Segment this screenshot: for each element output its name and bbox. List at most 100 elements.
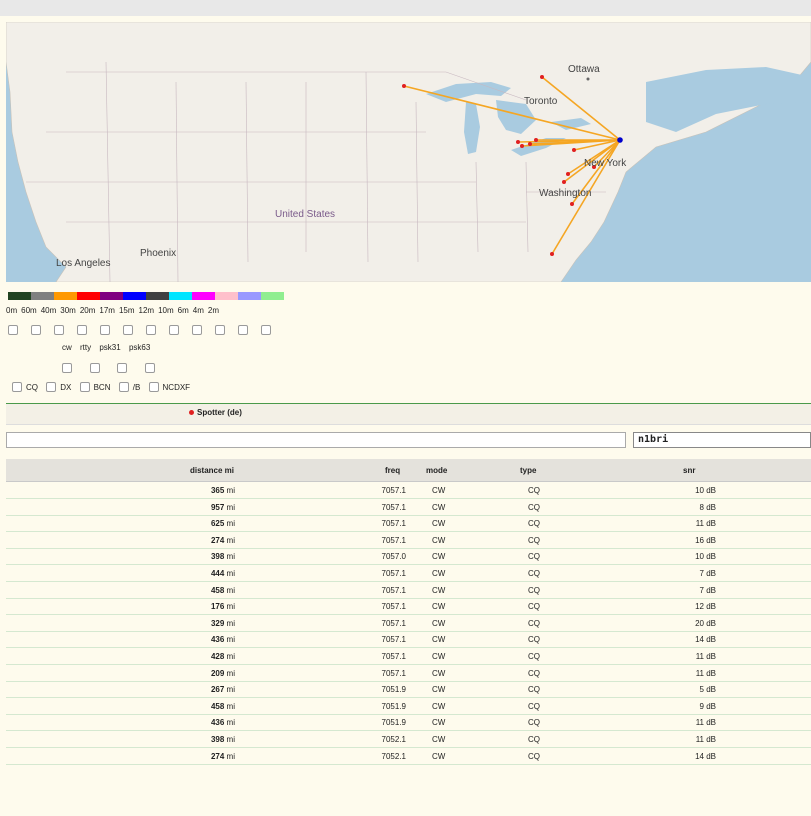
band-checkbox[interactable] bbox=[169, 324, 179, 335]
cell-snr: 16 dB bbox=[695, 535, 716, 545]
cell-snr: 11 dB bbox=[695, 652, 716, 661]
band-checkbox[interactable] bbox=[31, 324, 41, 335]
distance-value: 365 bbox=[210, 486, 225, 495]
band-checkbox[interactable] bbox=[8, 324, 18, 335]
mode-label-psk31: psk31 bbox=[99, 343, 121, 352]
cell-distance: 398 mi bbox=[180, 735, 235, 744]
band-swatch bbox=[169, 292, 192, 300]
table-row[interactable]: 458 mi 7051.9 CW CQ 9 dB bbox=[6, 698, 811, 715]
cell-distance: 274 mi bbox=[180, 536, 235, 545]
header-freq[interactable]: freq bbox=[385, 466, 400, 475]
cell-type: CQ bbox=[528, 751, 540, 761]
distance-unit: mi bbox=[226, 668, 235, 678]
mode-checkbox-cw[interactable] bbox=[62, 362, 72, 373]
band-label: 40m bbox=[40, 306, 57, 315]
browser-top-bar bbox=[0, 0, 811, 17]
spot-map[interactable]: Ottawa Toronto New York Washington Unite… bbox=[6, 22, 811, 282]
band-swatch bbox=[146, 292, 169, 300]
band-label: 4m bbox=[192, 306, 204, 315]
cell-type: CQ bbox=[528, 502, 540, 512]
cell-type: CQ bbox=[528, 486, 540, 495]
table-row[interactable]: 274 mi 7052.1 CW CQ 14 dB bbox=[6, 748, 811, 765]
table-row[interactable]: 267 mi 7051.9 CW CQ 5 dB bbox=[6, 681, 811, 699]
cell-mode: CW bbox=[432, 585, 446, 595]
band-checkbox[interactable] bbox=[123, 324, 133, 335]
distance-value: 436 bbox=[210, 635, 225, 645]
distance-unit: mi bbox=[226, 701, 235, 711]
band-checkbox[interactable] bbox=[146, 324, 156, 335]
header-mode[interactable]: mode bbox=[426, 466, 447, 475]
cell-type: CQ bbox=[528, 668, 540, 678]
band-checkbox[interactable] bbox=[192, 324, 202, 335]
cell-type: CQ bbox=[528, 535, 540, 545]
table-row[interactable]: 625 mi 7057.1 CW CQ 11 dB bbox=[6, 515, 811, 533]
filter-controls: 0m 60m 40m 30m 20m 17m 15m 12m 10m 6m 4m 2m cw rtty… bbox=[0, 284, 811, 402]
callsign-input[interactable]: n1bri bbox=[633, 432, 811, 448]
header-type[interactable]: type bbox=[520, 466, 536, 475]
band-checkbox[interactable] bbox=[261, 324, 271, 335]
band-labels: 0m 60m 40m 30m 20m 17m 15m 12m 10m 6m 4m 2m bbox=[6, 306, 223, 315]
mode-checkbox-rtty[interactable] bbox=[89, 362, 100, 373]
filter-input[interactable] bbox=[6, 432, 626, 448]
distance-unit: mi bbox=[226, 735, 235, 744]
distance-value: 176 bbox=[210, 602, 225, 612]
band-checkbox[interactable] bbox=[100, 324, 110, 335]
table-row[interactable]: 398 mi 7052.1 CW CQ 11 dB bbox=[6, 731, 811, 748]
table-row[interactable]: 458 mi 7057.1 CW CQ 7 dB bbox=[6, 582, 811, 599]
type-checkbox-ncdxf[interactable] bbox=[148, 382, 159, 392]
cell-mode: CW bbox=[432, 519, 446, 529]
table-row[interactable]: 329 mi 7057.1 CW CQ 20 dB bbox=[6, 615, 811, 632]
type-checkbox-bcn[interactable] bbox=[79, 382, 90, 392]
table-row[interactable]: 428 mi 7057.1 CW CQ 11 dB bbox=[6, 648, 811, 665]
spotter-legend-dot bbox=[189, 410, 194, 416]
mode-checkbox-psk31[interactable] bbox=[117, 362, 128, 373]
cell-mode: CW bbox=[432, 685, 446, 695]
mode-labels: cw rtty psk31 psk63 bbox=[62, 343, 156, 352]
table-row[interactable]: 436 mi 7051.9 CW CQ 11 dB bbox=[6, 714, 811, 732]
type-checkbox-cq[interactable] bbox=[12, 382, 22, 392]
cell-distance: 458 mi bbox=[180, 702, 235, 711]
band-checkbox[interactable] bbox=[54, 324, 64, 335]
distance-unit: mi bbox=[226, 486, 235, 495]
cell-snr: 9 dB bbox=[699, 701, 716, 711]
table-row[interactable]: 176 mi 7057.1 CW CQ 12 dB bbox=[6, 598, 811, 616]
spotter-legend: Spotter (de) bbox=[189, 408, 242, 417]
distance-value: 625 bbox=[210, 519, 225, 529]
mode-checkbox-psk63[interactable] bbox=[144, 362, 155, 373]
cell-type: CQ bbox=[528, 685, 540, 695]
cell-mode: CW bbox=[432, 602, 446, 612]
table-row[interactable]: 436 mi 7057.1 CW CQ 14 dB bbox=[6, 631, 811, 649]
distance-value: 458 bbox=[210, 585, 225, 595]
distance-unit: mi bbox=[226, 519, 235, 529]
distance-unit: mi bbox=[226, 569, 235, 578]
cell-snr: 7 dB bbox=[699, 569, 716, 578]
distance-value: 209 bbox=[210, 668, 225, 678]
table-row[interactable]: 365 mi 7057.1 CW CQ 10 dB bbox=[6, 482, 811, 499]
header-distance[interactable]: distance mi bbox=[190, 466, 234, 475]
table-row[interactable]: 957 mi 7057.1 CW CQ 8 dB bbox=[6, 499, 811, 516]
band-checkbox[interactable] bbox=[238, 324, 248, 335]
map-label-toronto: Toronto bbox=[524, 96, 558, 107]
type-checkbox-dx[interactable] bbox=[46, 382, 57, 392]
distance-value: 444 bbox=[210, 569, 225, 578]
band-checkbox[interactable] bbox=[77, 324, 87, 335]
distance-unit: mi bbox=[226, 618, 235, 628]
cell-mode: CW bbox=[432, 502, 446, 512]
map-label-united-states: United States bbox=[275, 209, 335, 220]
distance-unit: mi bbox=[226, 751, 235, 761]
table-row[interactable]: 274 mi 7057.1 CW CQ 16 dB bbox=[6, 532, 811, 549]
header-snr[interactable]: snr bbox=[683, 466, 695, 475]
table-row[interactable]: 209 mi 7057.1 CW CQ 11 dB bbox=[6, 665, 811, 682]
distance-value: 274 bbox=[210, 751, 225, 761]
band-label: 17m bbox=[99, 306, 115, 315]
type-checkbox-b[interactable] bbox=[118, 382, 129, 392]
table-row[interactable]: 444 mi 7057.1 CW CQ 7 dB bbox=[6, 565, 811, 582]
map-svg[interactable]: Ottawa Toronto New York Washington Unite… bbox=[6, 22, 811, 282]
cell-distance: 398 mi bbox=[180, 552, 235, 561]
table-row[interactable]: 398 mi 7057.0 CW CQ 10 dB bbox=[6, 548, 811, 566]
cell-type: CQ bbox=[528, 718, 540, 728]
cell-type: CQ bbox=[528, 569, 540, 578]
cell-freq: 7057.1 bbox=[381, 652, 406, 661]
distance-value: 398 bbox=[210, 552, 225, 562]
band-checkbox[interactable] bbox=[215, 324, 225, 335]
